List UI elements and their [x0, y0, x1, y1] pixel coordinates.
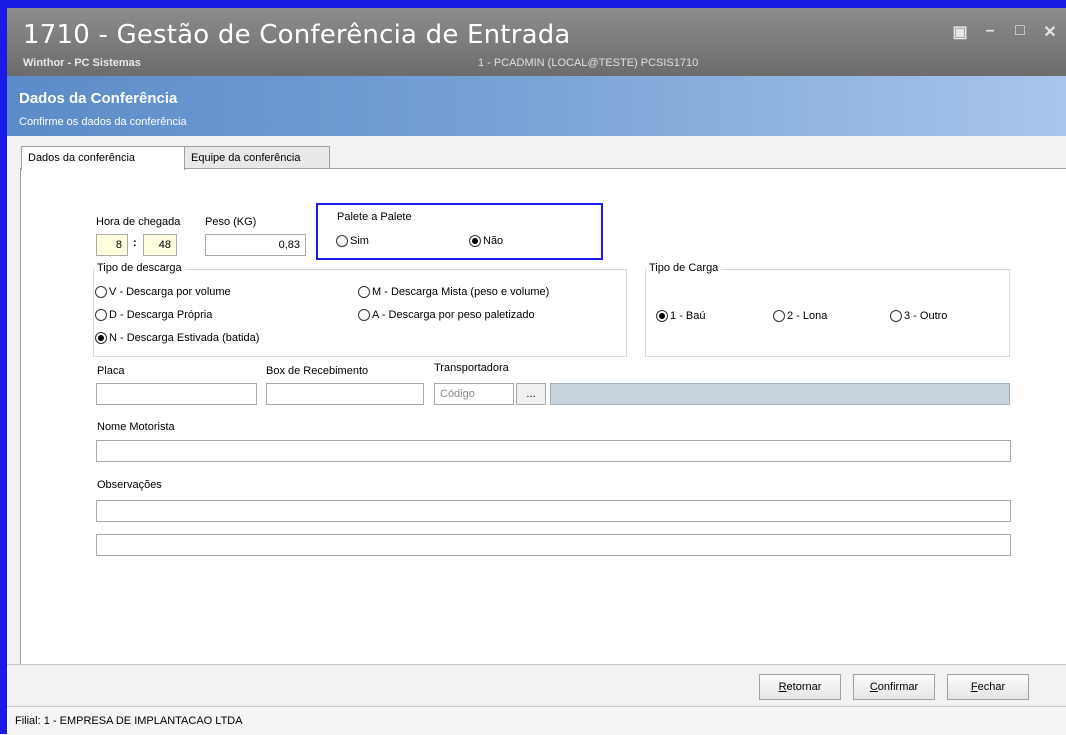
- radio-circle-icon: [890, 310, 902, 322]
- box-input[interactable]: [266, 383, 424, 405]
- radio-descarga-n[interactable]: N - Descarga Estivada (batida): [95, 332, 259, 344]
- content-area: Dados da conferência Equipe da conferênc…: [7, 136, 1066, 707]
- motorista-input[interactable]: [96, 440, 1011, 462]
- confirmar-button[interactable]: Confirmar: [853, 674, 935, 700]
- tipo-descarga-title: Tipo de descarga: [94, 262, 185, 274]
- transportadora-codigo-input[interactable]: Código: [434, 383, 514, 405]
- transportadora-label: Transportadora: [434, 362, 509, 374]
- palete-title: Palete a Palete: [337, 211, 412, 223]
- tab-dados-da-conferencia[interactable]: Dados da conferência: [21, 146, 185, 170]
- app-subtitle: Winthor - PC Sistemas: [23, 57, 141, 69]
- fechar-button[interactable]: Fechar: [947, 674, 1029, 700]
- radio-carga-lona[interactable]: 2 - Lona: [773, 310, 827, 322]
- observacoes-line-2[interactable]: [96, 534, 1011, 556]
- placa-label: Placa: [97, 365, 125, 377]
- radio-circle-icon: [95, 309, 107, 321]
- peso-input[interactable]: 0,83: [205, 234, 306, 256]
- radio-descarga-m[interactable]: M - Descarga Mista (peso e volume): [358, 286, 549, 298]
- hora-label: Hora de chegada: [96, 216, 181, 228]
- maximize-icon[interactable]: □: [1012, 22, 1028, 42]
- radio-descarga-d[interactable]: D - Descarga Própria: [95, 309, 212, 321]
- radio-palete-sim[interactable]: Sim: [336, 235, 369, 247]
- radio-descarga-v[interactable]: V - Descarga por volume: [95, 286, 231, 298]
- window-controls: ▣ – □ ✕: [952, 22, 1058, 42]
- header-title: Dados da Conferência: [19, 90, 178, 107]
- radio-selected-icon: [469, 235, 481, 247]
- tipo-carga-title: Tipo de Carga: [646, 262, 722, 274]
- header-subtitle: Confirme os dados da conferência: [19, 116, 187, 128]
- radio-circle-icon: [336, 235, 348, 247]
- peso-label: Peso (KG): [205, 216, 257, 228]
- transportadora-search-button[interactable]: ...: [516, 383, 546, 405]
- motorista-label: Nome Motorista: [97, 421, 175, 433]
- radio-circle-icon: [358, 309, 370, 321]
- user-info: 1 - PCADMIN (LOCAL@TESTE) PCSIS1710: [478, 57, 699, 69]
- close-icon[interactable]: ✕: [1042, 22, 1058, 42]
- status-bar: Filial: 1 - EMPRESA DE IMPLANTACAO LTDA: [7, 706, 1066, 735]
- hora-separator: :: [133, 237, 137, 249]
- radio-carga-outro[interactable]: 3 - Outro: [890, 310, 947, 322]
- page-header: Dados da Conferência Confirme os dados d…: [7, 76, 1066, 136]
- form-panel: Hora de chegada 8 : 48 Peso (KG) 0,83 Pa…: [20, 168, 1066, 664]
- radio-selected-icon: [656, 310, 668, 322]
- observacoes-line-1[interactable]: [96, 500, 1011, 522]
- radio-circle-icon: [358, 286, 370, 298]
- radio-circle-icon: [95, 286, 107, 298]
- transportadora-nome-field: [550, 383, 1010, 405]
- observacoes-label: Observações: [97, 479, 162, 491]
- retornar-button[interactable]: Retornar: [759, 674, 841, 700]
- hora-hour-input[interactable]: 8: [96, 234, 128, 256]
- restore-icon[interactable]: ▣: [952, 22, 968, 42]
- radio-palete-nao[interactable]: Não: [469, 235, 503, 247]
- tab-equipe-da-conferencia[interactable]: Equipe da conferência: [184, 146, 330, 168]
- radio-circle-icon: [773, 310, 785, 322]
- placa-input[interactable]: [96, 383, 257, 405]
- hora-minute-input[interactable]: 48: [143, 234, 177, 256]
- radio-selected-icon: [95, 332, 107, 344]
- radio-descarga-a[interactable]: A - Descarga por peso paletizado: [358, 309, 535, 321]
- app-title: 1710 - Gestão de Conferência de Entrada: [23, 20, 571, 50]
- minimize-icon[interactable]: –: [982, 22, 998, 42]
- box-label: Box de Recebimento: [266, 365, 369, 377]
- title-bar: 1710 - Gestão de Conferência de Entrada …: [7, 8, 1066, 76]
- radio-carga-bau[interactable]: 1 - Baú: [656, 310, 705, 322]
- status-filial: Filial: 1 - EMPRESA DE IMPLANTACAO LTDA: [15, 715, 243, 727]
- button-bar: Retornar Confirmar Fechar: [7, 664, 1066, 707]
